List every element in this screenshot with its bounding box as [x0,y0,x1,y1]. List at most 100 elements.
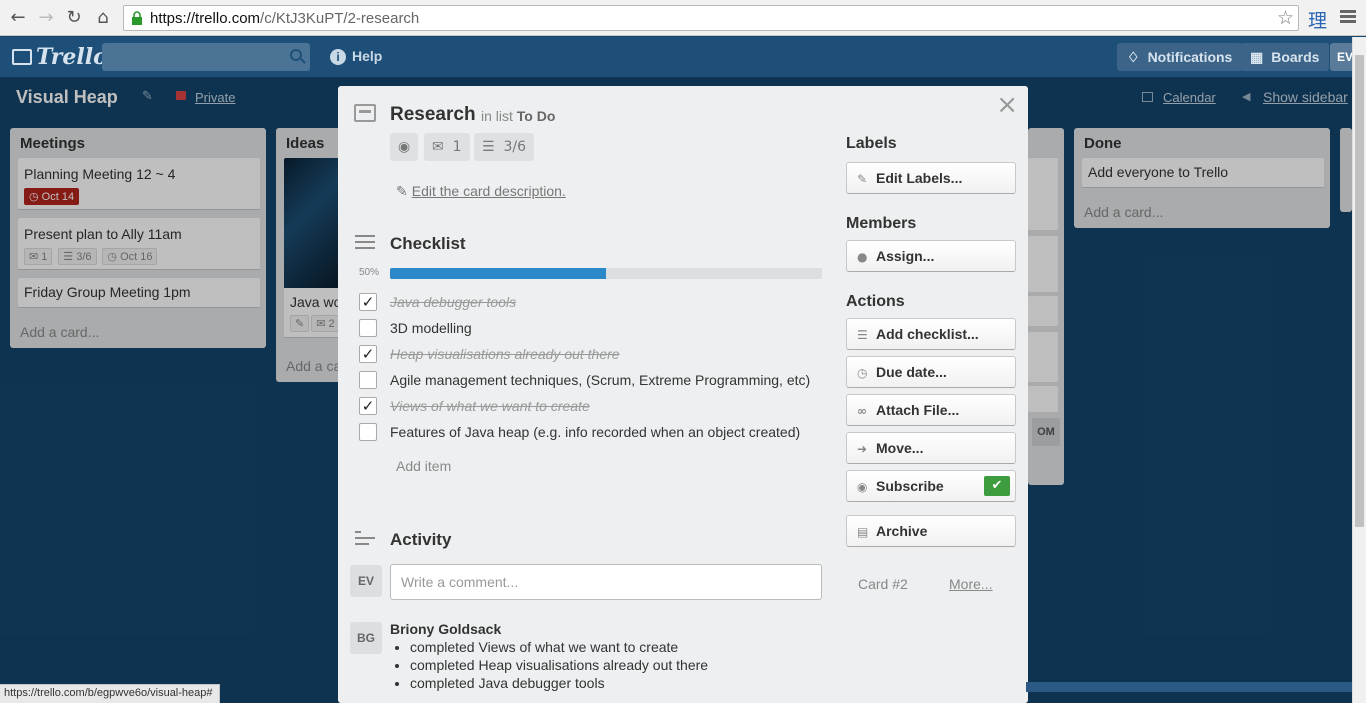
board-horizontal-scrollbar[interactable] [1026,682,1352,692]
checklist-item-text[interactable]: Java debugger tools [390,294,516,310]
card-detail-modal: × Research in list To Do ◉ ✉ 1 ☰ 3/6 ✎ Ed… [338,86,1028,703]
checklist-icon: ☰ [857,328,868,342]
edit-labels-label: Edit Labels... [876,170,963,186]
subscribe-button[interactable]: ◉ Subscribe ✔ [846,470,1016,502]
boards-label: Boards [1271,49,1320,65]
labels-heading: Labels [846,135,897,152]
activity-icon [355,531,375,549]
logo-text: Trello [36,44,108,70]
extension-icon[interactable]: 理 [1308,6,1327,33]
checklist-item-text[interactable]: 3D modelling [390,320,472,336]
move-label: Move... [876,440,924,456]
add-checklist-button[interactable]: ☰ Add checklist... [846,318,1016,350]
avatar[interactable]: BG [350,622,382,654]
address-bar[interactable]: https://trello.com/c/KtJ3KuPT/2-research… [123,5,1299,31]
app-header: Trello i Help ♢ Notifications ▦ Boards EV [0,37,1354,77]
attach-file-button[interactable]: ∞ Attach File... [846,394,1016,426]
notifications-label: Notifications [1147,49,1233,65]
avatar[interactable]: EV [350,565,382,597]
comment-input[interactable]: Write a comment... [390,564,822,600]
boards-button[interactable]: ▦ Boards [1240,43,1330,71]
add-item-link[interactable]: Add item [396,458,451,474]
actions-heading: Actions [846,293,905,310]
scrollbar-thumb[interactable] [1355,55,1364,527]
checkbox[interactable] [359,319,377,337]
checklist-item: 3D modelling [359,319,829,339]
checklist-count: 3/6 [503,139,526,155]
assign-label: Assign... [876,248,935,264]
trello-logo[interactable]: Trello [12,44,108,70]
subscribed-badge: ◉ [390,133,419,161]
checkbox[interactable] [359,423,377,441]
card-title[interactable]: Research [390,104,476,126]
search-icon[interactable] [290,49,302,61]
checklist-item-text[interactable]: Heap visualisations already out there [390,346,620,362]
checklist-badge: ☰ 3/6 [474,133,534,161]
due-date-button[interactable]: ◷ Due date... [846,356,1016,388]
user-avatar-button[interactable]: EV [1330,43,1354,71]
info-icon: i [330,49,346,65]
checklist-percent: 50% [359,267,380,278]
forward-icon[interactable]: → [34,6,58,30]
checklist-icon [355,235,375,253]
members-heading: Members [846,215,917,232]
checklist-item-text[interactable]: Features of Java heap (e.g. info recorde… [390,424,800,440]
attach-file-label: Attach File... [876,402,960,418]
checkbox[interactable] [359,371,377,389]
activity-author[interactable]: Briony Goldsack [390,621,501,637]
checklist-item-text[interactable]: Views of what we want to create [390,398,590,414]
checkbox-checked[interactable]: ✓ [359,293,377,311]
checklist-title[interactable]: Checklist [390,234,466,254]
list-name[interactable]: To Do [517,108,556,124]
checkbox-checked[interactable]: ✓ [359,345,377,363]
trello-board-icon [12,49,32,65]
checklist-item: Agile management techniques, (Scrum, Ext… [359,371,829,391]
bookmark-star-icon[interactable]: ☆ [1277,7,1294,29]
notifications-button[interactable]: ♢ Notifications [1117,43,1243,71]
close-icon[interactable]: × [996,90,1018,120]
checklist-item: ✓ Java debugger tools [359,293,829,313]
url-host: https://trello.com [150,10,261,27]
browser-toolbar: ← → ↻ ⌂ https://trello.com/c/KtJ3KuPT/2-… [0,0,1366,36]
help-link[interactable]: i Help [330,48,382,65]
move-button[interactable]: ➜ Move... [846,432,1016,464]
tag-icon: ✎ [857,172,868,186]
add-checklist-label: Add checklist... [876,326,979,342]
card-icon [354,104,376,122]
check-icon: ✔ [984,476,1010,496]
edit-description-link[interactable]: ✎ Edit the card description. [396,183,566,200]
help-label: Help [352,48,383,64]
edit-description-label: Edit the card description. [411,183,566,199]
archive-button[interactable]: ▤ Archive [846,515,1016,547]
checklist-item-text[interactable]: Agile management techniques, (Scrum, Ext… [390,372,810,388]
checklist-item: ✓ Views of what we want to create [359,397,829,417]
checklist-icon: ☰ [482,139,495,155]
more-link[interactable]: More... [949,576,993,592]
boards-icon: ▦ [1250,49,1264,65]
pencil-icon: ✎ [396,183,408,199]
archive-icon: ▤ [857,525,869,539]
checklist-progress-fill [390,268,606,279]
browser-menu-icon[interactable] [1340,10,1356,24]
search-input[interactable] [102,43,310,71]
comment-count: 1 [452,139,462,155]
bell-icon: ♢ [1127,49,1140,65]
assign-button[interactable]: ● Assign... [846,240,1016,272]
edit-labels-button[interactable]: ✎ Edit Labels... [846,162,1016,194]
activity-item: completed Views of what we want to creat… [410,639,708,657]
back-icon[interactable]: ← [6,6,30,30]
home-icon[interactable]: ⌂ [91,6,115,30]
subscribe-label: Subscribe [876,478,944,494]
activity-item: completed Heap visualisations already ou… [410,657,708,675]
checklist-progress-bar [390,268,822,279]
archive-label: Archive [876,523,928,539]
person-icon: ● [857,250,868,264]
reload-icon[interactable]: ↻ [62,6,86,30]
clock-icon: ◷ [857,366,868,380]
comments-badge: ✉ 1 [424,133,470,161]
page-scrollbar[interactable] [1352,37,1366,703]
paperclip-icon: ∞ [857,404,867,418]
checkbox-checked[interactable]: ✓ [359,397,377,415]
url-path: /c/KtJ3KuPT/2-research [260,10,420,27]
in-list-prefix: in list [481,108,513,124]
